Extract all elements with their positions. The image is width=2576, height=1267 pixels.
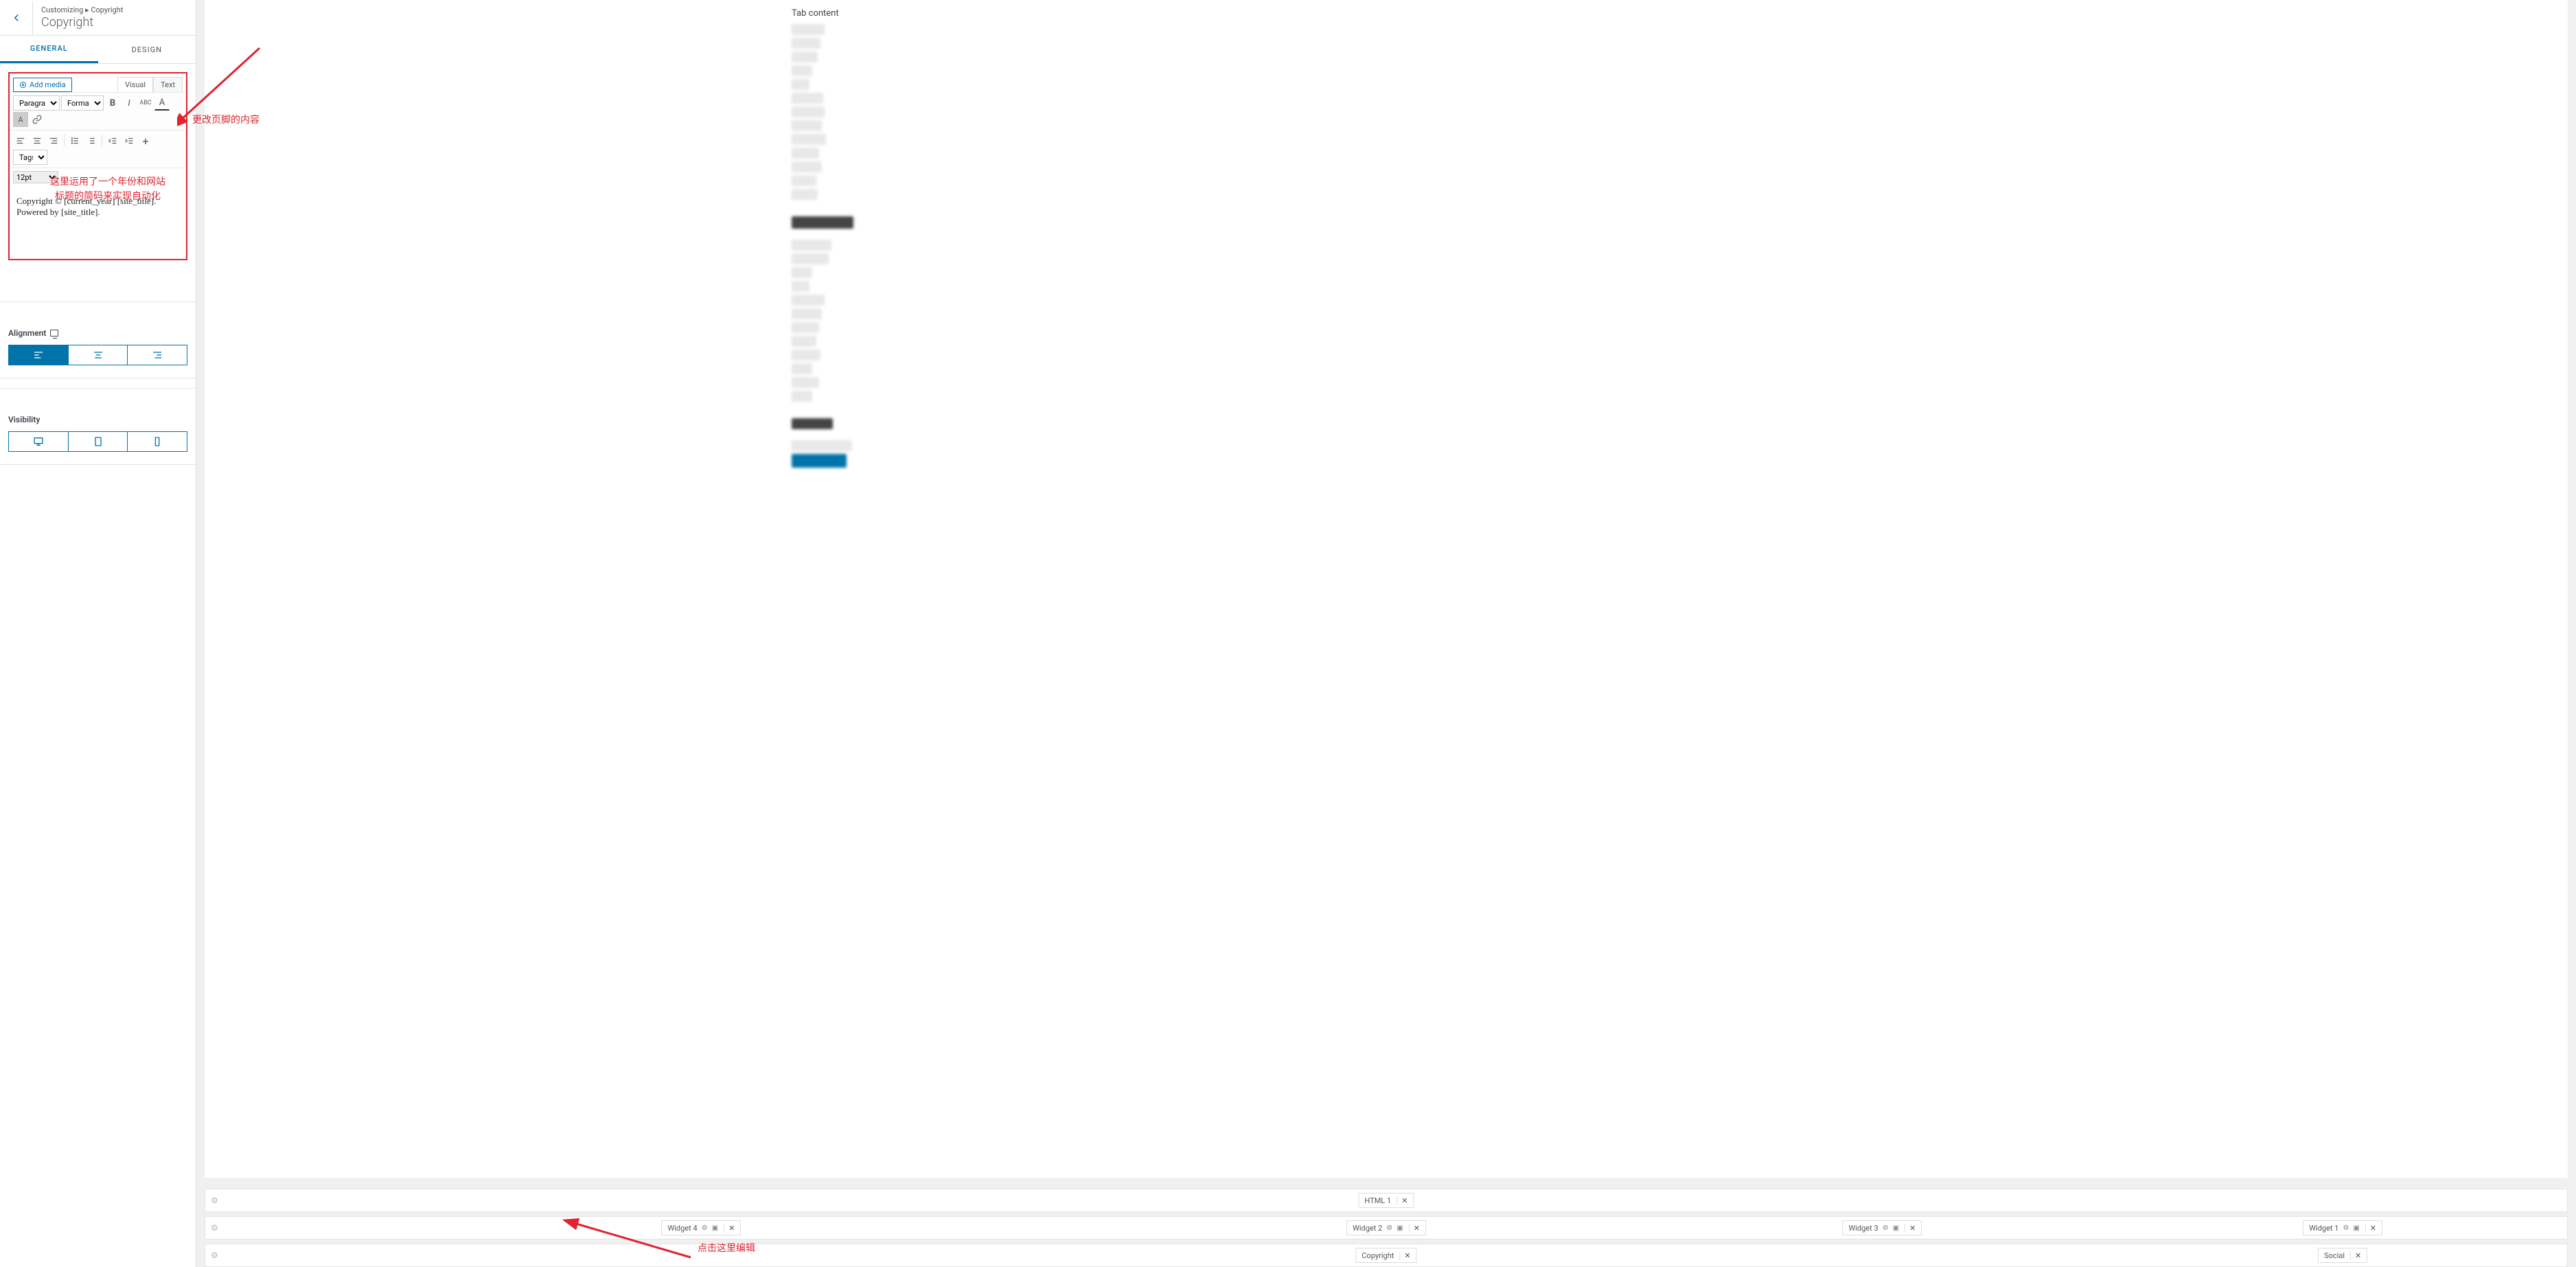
outdent-button[interactable] xyxy=(105,133,120,148)
annotation-footer-note: 更改页脚的内容 xyxy=(192,113,260,126)
widget-3[interactable]: Widget 3 ⚙ ▣ ✕ xyxy=(1842,1220,1922,1235)
breadcrumb: Customizing ▸ Copyright xyxy=(41,5,187,14)
italic-button[interactable]: I xyxy=(122,95,137,111)
close-icon[interactable]: ✕ xyxy=(2365,1224,2376,1233)
indent-button[interactable] xyxy=(122,133,137,148)
add-media-label: Add media xyxy=(30,80,66,89)
tab-design[interactable]: DESIGN xyxy=(98,36,196,63)
eye-icon[interactable]: ▣ xyxy=(1893,1224,1899,1232)
close-icon[interactable]: ✕ xyxy=(1399,1251,1410,1260)
align-left-icon xyxy=(16,136,25,146)
widget-label: Widget 4 xyxy=(667,1224,697,1233)
eye-icon[interactable]: ▣ xyxy=(712,1224,718,1232)
formats-select[interactable]: Formats xyxy=(61,95,104,111)
link-icon xyxy=(32,115,42,124)
bullet-list-button[interactable] xyxy=(67,133,82,148)
eye-icon[interactable]: ▣ xyxy=(1396,1224,1403,1232)
widget-1[interactable]: Widget 1 ⚙ ▣ ✕ xyxy=(2303,1220,2382,1235)
visibility-desktop[interactable] xyxy=(8,431,69,452)
panel-tabs: GENERAL DESIGN xyxy=(0,36,196,64)
footer-builder: ⚙ HTML 1 ✕ ⚙ Widget 4 ⚙ ▣ ✕ Widget 2 ⚙ ▣… xyxy=(205,1185,2568,1267)
gear-icon[interactable]: ⚙ xyxy=(211,1223,218,1233)
bgcolor-button[interactable]: A xyxy=(13,112,28,127)
visibility-tablet[interactable] xyxy=(69,431,128,452)
tags-select[interactable]: Tags xyxy=(13,150,47,165)
widget-label: Widget 3 xyxy=(1848,1224,1878,1233)
close-icon[interactable]: ✕ xyxy=(1905,1224,1916,1233)
close-icon[interactable]: ✕ xyxy=(1409,1224,1420,1233)
gear-icon[interactable]: ⚙ xyxy=(1883,1224,1889,1232)
mode-text[interactable]: Text xyxy=(153,77,183,92)
gear-icon[interactable]: ⚙ xyxy=(1386,1224,1392,1232)
close-icon[interactable]: ✕ xyxy=(2350,1251,2361,1260)
media-icon xyxy=(19,81,27,89)
visibility-label: Visibility xyxy=(8,415,187,424)
align-center-button[interactable] xyxy=(30,133,45,148)
strike-button[interactable]: ABC xyxy=(138,95,153,111)
widget-copyright[interactable]: Copyright ✕ xyxy=(1355,1248,1416,1263)
visibility-mobile[interactable] xyxy=(128,431,187,452)
align-right-button[interactable] xyxy=(46,133,61,148)
widget-social[interactable]: Social ✕ xyxy=(2318,1248,2367,1263)
panel-header: Customizing ▸ Copyright Copyright xyxy=(0,0,196,36)
align-center-icon xyxy=(32,136,42,146)
preview-area: Tab content xyxy=(196,0,2576,1267)
align-left-button[interactable] xyxy=(13,133,28,148)
add-media-button[interactable]: Add media xyxy=(13,78,72,92)
widget-html1[interactable]: HTML 1 ✕ xyxy=(1359,1193,1414,1208)
widget-label: Copyright xyxy=(1361,1251,1394,1260)
annotation-click-edit: 点击这里编辑 xyxy=(698,1241,755,1255)
bold-button[interactable]: B xyxy=(105,95,120,111)
align-left-option[interactable] xyxy=(8,345,69,365)
ol-icon xyxy=(87,136,96,146)
preview-tab-heading: Tab content xyxy=(792,8,2554,19)
widget-label: Widget 1 xyxy=(2309,1224,2338,1233)
widget-label: Social xyxy=(2324,1251,2345,1260)
textcolor-button[interactable]: A xyxy=(154,95,170,111)
mode-visual[interactable]: Visual xyxy=(117,77,153,92)
outdent-icon xyxy=(108,136,117,146)
gear-icon[interactable]: ⚙ xyxy=(211,1251,218,1260)
gear-icon[interactable]: ⚙ xyxy=(702,1224,708,1232)
align-center-option[interactable] xyxy=(69,345,128,365)
align-right-option[interactable] xyxy=(128,345,187,365)
widget-2[interactable]: Widget 2 ⚙ ▣ ✕ xyxy=(1346,1220,1426,1235)
widget-label: Widget 2 xyxy=(1353,1224,1382,1233)
widget-label: HTML 1 xyxy=(1365,1196,1392,1205)
footer-row-1[interactable]: ⚙ HTML 1 ✕ xyxy=(205,1189,2568,1212)
customizer-sidebar: Customizing ▸ Copyright Copyright GENERA… xyxy=(0,0,196,1267)
insert-button[interactable]: + xyxy=(138,133,153,148)
widget-4[interactable]: Widget 4 ⚙ ▣ ✕ xyxy=(661,1220,741,1235)
link-button[interactable] xyxy=(30,112,45,127)
annotation-shortcode-note: 这里运用了一个年份和网站 标题的简码来实现自动化 xyxy=(41,175,174,204)
number-list-button[interactable] xyxy=(84,133,99,148)
footer-row-2[interactable]: ⚙ Widget 4 ⚙ ▣ ✕ Widget 2 ⚙ ▣ ✕ Widget 3… xyxy=(205,1216,2568,1240)
close-icon[interactable]: ✕ xyxy=(1396,1196,1407,1205)
alignment-buttons xyxy=(8,345,187,365)
paragraph-select[interactable]: Paragraph xyxy=(13,95,60,111)
eye-icon[interactable]: ▣ xyxy=(2353,1224,2359,1232)
desktop-icon xyxy=(50,330,58,336)
indent-icon xyxy=(124,136,134,146)
close-icon[interactable]: ✕ xyxy=(724,1224,735,1233)
gear-icon[interactable]: ⚙ xyxy=(211,1196,218,1205)
footer-row-3[interactable]: ⚙ Copyright ✕ Social ✕ xyxy=(205,1244,2568,1267)
ul-icon xyxy=(70,136,80,146)
page-title: Copyright xyxy=(41,15,187,30)
visibility-buttons xyxy=(8,431,187,452)
align-right-icon xyxy=(49,136,58,146)
alignment-label: Alignment xyxy=(8,328,187,338)
wysiwyg-editor: Add media Visual Text Paragraph Formats … xyxy=(8,72,187,260)
gear-icon[interactable]: ⚙ xyxy=(2343,1224,2349,1232)
back-button[interactable] xyxy=(0,1,33,34)
preview-blurred-content xyxy=(792,24,2554,468)
tab-general[interactable]: GENERAL xyxy=(0,36,98,63)
